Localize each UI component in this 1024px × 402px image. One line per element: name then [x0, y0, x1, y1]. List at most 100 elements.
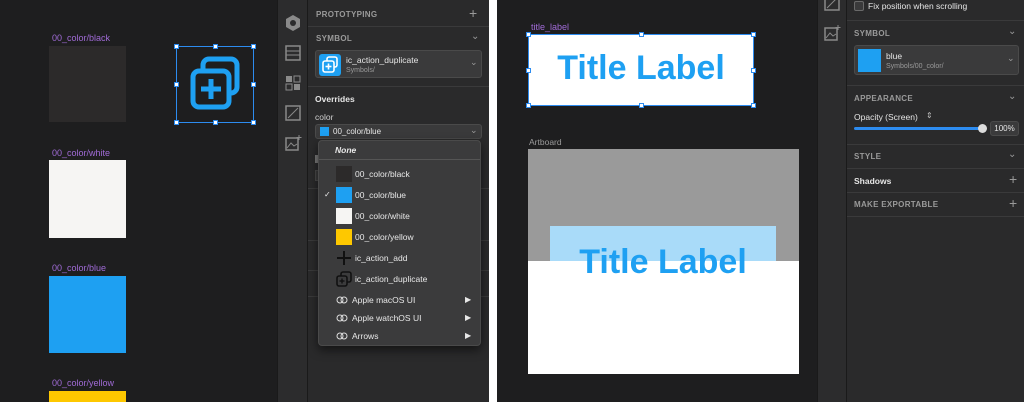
chevron-down-icon[interactable]: ⌄: [1008, 149, 1016, 160]
resize-handle[interactable]: [251, 44, 256, 49]
make-exportable-header: MAKE EXPORTABLE: [854, 200, 939, 209]
style-header: STYLE: [854, 152, 882, 161]
right-inspector-panel: Fix position when scrolling SYMBOL ⌄ blu…: [847, 0, 1024, 402]
dropdown-item-macos-ui[interactable]: Apple macOS UI ▶: [319, 290, 480, 310]
shadows-title: Shadows: [854, 176, 892, 186]
blue-swatch: [858, 49, 881, 72]
dropdown-item-none[interactable]: None: [335, 145, 356, 155]
symbol-picker[interactable]: ic_action_duplicate Symbols/ ⌄: [315, 50, 482, 78]
symbol-label-black: 00_color/black: [52, 33, 111, 43]
submenu-arrow-icon: ▶: [465, 331, 472, 340]
checkmark-icon: ✓: [324, 190, 331, 199]
transform-icon[interactable]: [284, 104, 302, 122]
dropdown-item-label: 00_color/yellow: [355, 232, 414, 242]
title-label-text: Title Label: [557, 49, 725, 87]
dropdown-item-label: 00_color/blue: [355, 190, 407, 200]
resize-handle[interactable]: [751, 103, 756, 108]
add-prototype-button[interactable]: +: [469, 5, 477, 21]
artboard-label[interactable]: Artboard: [529, 137, 562, 147]
white-swatch: [336, 208, 352, 224]
divider: [847, 216, 1024, 217]
appearance-header: APPEARANCE: [854, 94, 914, 103]
resize-handle[interactable]: [639, 32, 644, 37]
resize-handle[interactable]: [174, 44, 179, 49]
symbol-header: SYMBOL: [854, 29, 891, 38]
divider: [308, 26, 489, 27]
symbol-picker[interactable]: blue Symbols/00_color/ ⌄: [854, 45, 1019, 75]
color-override-label: color: [315, 112, 334, 122]
transform-icon[interactable]: [823, 0, 841, 12]
layout-icon[interactable]: [284, 44, 302, 62]
divider: [847, 85, 1024, 86]
dropdown-item-label: Arrows: [352, 331, 379, 341]
grid-icon[interactable]: [284, 74, 302, 92]
resize-handle[interactable]: [639, 103, 644, 108]
chevron-down-icon[interactable]: ⌄: [1008, 91, 1016, 102]
opacity-label: Opacity (Screen): [854, 112, 918, 122]
artboard-title-label: Title Label: [579, 243, 747, 281]
color-swatch-black[interactable]: [49, 46, 126, 122]
dropdown-item-yellow[interactable]: 00_color/yellow: [319, 227, 480, 247]
resize-handle[interactable]: [526, 103, 531, 108]
dropdown-item-white[interactable]: 00_color/white: [319, 206, 480, 226]
add-image-icon[interactable]: [284, 134, 302, 152]
duplicate-icon: [190, 56, 240, 110]
color-override-select[interactable]: 00_color/blue ⌄: [315, 124, 482, 139]
title-label-symbol[interactable]: Title Label: [526, 32, 756, 108]
add-export-button[interactable]: +: [1009, 195, 1017, 211]
dropdown-item-label: Apple watchOS UI: [352, 313, 422, 323]
link-icon: [336, 314, 348, 322]
submenu-arrow-icon: ▶: [465, 295, 472, 304]
opacity-input[interactable]: 100%: [990, 121, 1019, 136]
symbol-label-yellow: 00_color/yellow: [52, 378, 115, 388]
symbol-label-blue: 00_color/blue: [52, 263, 107, 273]
resize-handle[interactable]: [174, 82, 179, 87]
resize-handle[interactable]: [213, 120, 218, 125]
resize-handle[interactable]: [174, 120, 179, 125]
dropdown-item-duplicate[interactable]: ic_action_duplicate: [319, 269, 480, 289]
duplicate-icon: [336, 271, 352, 287]
resize-handle[interactable]: [751, 32, 756, 37]
link-icon: [336, 296, 348, 304]
opacity-slider-handle[interactable]: [978, 124, 987, 133]
dropdown-item-black[interactable]: 00_color/black: [319, 164, 480, 184]
resize-handle[interactable]: [251, 120, 256, 125]
divider: [847, 168, 1024, 169]
left-canvas[interactable]: 00_color/black 00_color/white 00_color/b…: [0, 0, 277, 402]
fix-position-checkbox[interactable]: [854, 1, 864, 11]
opacity-slider-track[interactable]: [854, 127, 984, 130]
resize-handle[interactable]: [213, 44, 218, 49]
chevron-down-icon: ⌄: [470, 57, 478, 67]
blend-mode-stepper[interactable]: ⇕: [926, 111, 933, 120]
resize-handle[interactable]: [251, 82, 256, 87]
add-image-icon[interactable]: [823, 24, 841, 42]
plus-icon: [337, 251, 351, 265]
symbol-path: Symbols/00_color/: [886, 63, 944, 70]
dropdown-item-watchos-ui[interactable]: Apple watchOS UI ▶: [319, 308, 480, 328]
resize-handle[interactable]: [526, 32, 531, 37]
symbol-name: blue: [886, 51, 903, 61]
fix-position-label: Fix position when scrolling: [868, 1, 968, 11]
color-swatch-blue[interactable]: [49, 276, 126, 353]
color-swatch-white[interactable]: [49, 160, 126, 238]
dropdown-item-label: 00_color/black: [355, 169, 410, 179]
symbol-name: ic_action_duplicate: [346, 55, 419, 65]
symbol-label-white: 00_color/white: [52, 148, 111, 158]
submenu-arrow-icon: ▶: [465, 313, 472, 322]
dropdown-item-arrows[interactable]: Arrows ▶: [319, 326, 480, 346]
color-swatch-yellow[interactable]: [49, 391, 126, 402]
symbol-header: SYMBOL: [316, 34, 353, 43]
selected-symbol-bounds[interactable]: [174, 44, 256, 125]
tool-strip: [277, 0, 308, 402]
component-icon[interactable]: [284, 14, 302, 32]
right-tool-strip: [817, 0, 847, 402]
dropdown-item-blue[interactable]: ✓ 00_color/blue: [319, 185, 480, 205]
artboard[interactable]: Title Label: [528, 149, 799, 374]
chevron-down-icon[interactable]: ⌄: [1008, 26, 1016, 37]
divider: [847, 192, 1024, 193]
dropdown-item-label: 00_color/white: [355, 211, 410, 221]
add-shadow-button[interactable]: +: [1009, 171, 1017, 187]
right-canvas[interactable]: title_label Title Label Artboard Title L…: [497, 0, 817, 402]
dropdown-item-add[interactable]: ic_action_add: [319, 248, 480, 268]
chevron-down-icon[interactable]: ⌄: [471, 31, 479, 42]
